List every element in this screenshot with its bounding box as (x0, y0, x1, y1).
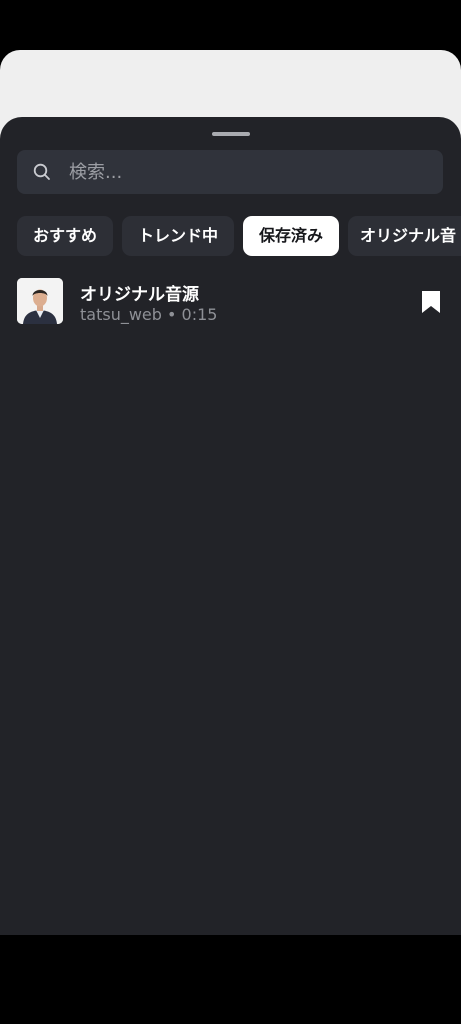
screen: おすすめ トレンド中 保存済み オリジナル音 オリジナル音源 tatsu_web… (0, 0, 461, 1024)
tab-saved[interactable]: 保存済み (243, 216, 339, 256)
audio-picker-sheet: おすすめ トレンド中 保存済み オリジナル音 オリジナル音源 tatsu_web… (0, 117, 461, 935)
list-item[interactable]: オリジナル音源 tatsu_web • 0:15 (17, 278, 447, 326)
search-icon (33, 163, 50, 180)
track-thumbnail (17, 278, 63, 324)
tab-recommended[interactable]: おすすめ (17, 216, 113, 256)
search-bar[interactable] (17, 150, 443, 194)
tab-trending[interactable]: トレンド中 (122, 216, 234, 256)
sheet-drag-handle[interactable] (212, 132, 250, 136)
bookmark-icon[interactable] (420, 290, 442, 314)
person-photo-icon (17, 278, 63, 324)
tab-original-audio[interactable]: オリジナル音 (348, 216, 461, 256)
track-title: オリジナル音源 (80, 285, 199, 305)
track-meta: tatsu_web • 0:15 (80, 305, 218, 324)
search-input[interactable] (69, 150, 429, 194)
